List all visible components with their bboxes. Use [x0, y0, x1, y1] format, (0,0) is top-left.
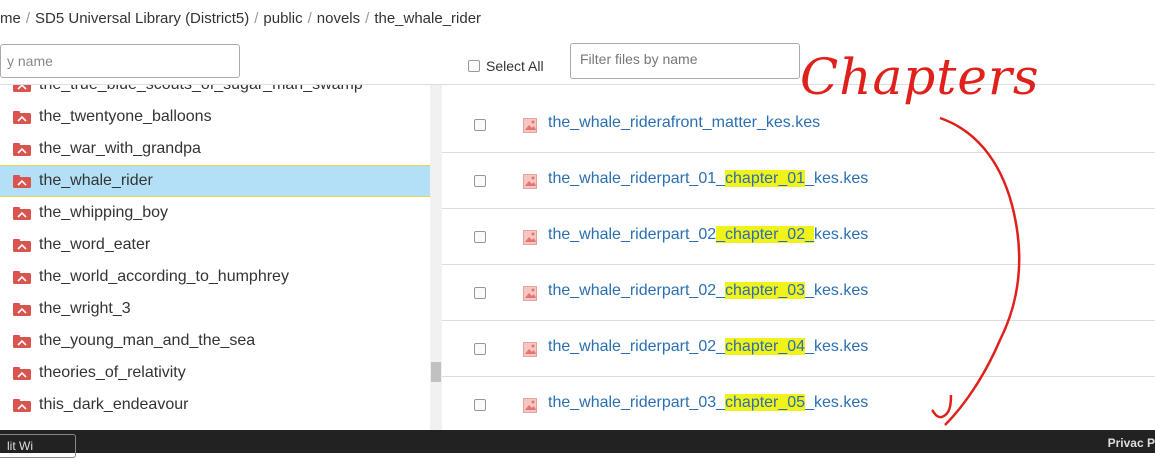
folder-icon [13, 302, 31, 316]
image-file-icon [523, 342, 537, 357]
file-row[interactable]: the_whale_riderpart_02_chapter_02_kes.ke… [442, 210, 1155, 265]
file-name-highlight: chapter_05 [725, 394, 806, 411]
folder-icon [13, 238, 31, 252]
file-checkbox[interactable] [474, 231, 486, 243]
breadcrumb-separator: / [254, 10, 259, 27]
file-name-part: _kes.kes [805, 282, 869, 299]
breadcrumb-separator: / [307, 10, 312, 27]
file-name-part: kes.kes [813, 226, 869, 243]
sidebar-item-folder[interactable]: the_whipping_boy [0, 197, 430, 229]
folder-icon [13, 398, 31, 412]
folder-icon [13, 366, 31, 380]
file-name-link[interactable]: the_whale_riderpart_02_chapter_03_kes.ke… [548, 282, 868, 300]
file-filter-input[interactable] [571, 44, 799, 78]
sidebar-item-label: the_twentyone_balloons [39, 108, 212, 125]
sidebar-scrollbar-thumb[interactable] [431, 362, 441, 382]
file-row[interactable]: the_whale_riderpart_01_chapter_01_kes.ke… [442, 154, 1155, 209]
footer-bar: lit Wi Privac P [0, 430, 1155, 458]
file-name-part: _kes.kes [805, 170, 869, 187]
sidebar-item-folder[interactable]: the_word_eater [0, 229, 430, 261]
folder-sidebar: the_true_blue_scouts_of_sugar_man_swampt… [0, 85, 430, 430]
file-name-highlight: chapter_04 [725, 338, 806, 355]
file-name-part: the_whale_riderafront_matter_kes.kes [548, 114, 821, 131]
folder-icon [13, 142, 31, 156]
sidebar-item-label: theories_of_relativity [39, 364, 186, 381]
breadcrumb-item[interactable]: the_whale_rider [374, 10, 481, 27]
breadcrumb-separator: / [25, 10, 31, 27]
sidebar-item-folder[interactable]: the_twentyone_balloons [0, 101, 430, 133]
handwritten-annotation: Chapters [800, 48, 1040, 106]
folder-icon [13, 85, 31, 92]
folder-filter-input[interactable] [1, 45, 239, 77]
image-file-icon [523, 286, 537, 301]
file-checkbox[interactable] [474, 175, 486, 187]
file-name-part: the_whale_riderpart_01_ [548, 170, 726, 187]
sidebar-item-label: the_wright_3 [39, 300, 131, 317]
folder-icon [13, 334, 31, 348]
file-checkbox[interactable] [474, 343, 486, 355]
file-name-part: the_whale_riderpart_02 [548, 226, 717, 243]
file-checkbox[interactable] [474, 287, 486, 299]
breadcrumb-item[interactable]: novels [317, 10, 360, 27]
folder-icon [13, 206, 31, 220]
select-all-control[interactable]: Select All [468, 56, 544, 76]
file-name-part: the_whale_riderpart_02_ [548, 338, 726, 355]
sidebar-item-folder[interactable]: the_whale_rider [0, 165, 430, 197]
file-row[interactable]: the_whale_riderpart_03_chapter_05_kes.ke… [442, 378, 1155, 433]
file-name-part: the_whale_riderpart_02_ [548, 282, 726, 299]
file-name-link[interactable]: the_whale_riderpart_03_chapter_05_kes.ke… [548, 394, 868, 412]
file-name-link[interactable]: the_whale_riderafront_matter_kes.kes [548, 114, 820, 132]
file-name-highlight: _chapter_02_ [716, 226, 814, 243]
sidebar-item-folder[interactable]: the_wright_3 [0, 293, 430, 325]
file-name-part: _kes.kes [805, 338, 869, 355]
sidebar-item-label: the_word_eater [39, 236, 151, 253]
image-file-icon [523, 230, 537, 245]
image-file-icon [523, 174, 537, 189]
file-name-link[interactable]: the_whale_riderpart_02_chapter_02_kes.ke… [548, 226, 868, 244]
footer-link[interactable]: Privac P [1108, 436, 1155, 450]
file-name-link[interactable]: the_whale_riderpart_02_chapter_04_kes.ke… [548, 338, 868, 356]
breadcrumb-item[interactable]: public [263, 10, 302, 27]
file-name-part: the_whale_riderpart_03_ [548, 394, 726, 411]
file-checkbox[interactable] [474, 399, 486, 411]
sidebar-item-label: the_true_blue_scouts_of_sugar_man_swamp [39, 85, 363, 94]
breadcrumb: me / SD5 Universal Library (District5) / pub… [0, 0, 1155, 38]
sidebar-item-folder[interactable]: this_dark_endeavour [0, 389, 430, 421]
select-all-checkbox[interactable] [468, 60, 480, 72]
sidebar-item-folder[interactable]: the_war_with_grandpa [0, 133, 430, 165]
breadcrumb-item[interactable]: me [0, 10, 21, 27]
sidebar-item-folder[interactable]: the_true_blue_scouts_of_sugar_man_swamp [0, 85, 430, 101]
sidebar-item-label: the_world_according_to_humphrey [39, 268, 289, 285]
sidebar-item-label: the_war_with_grandpa [39, 140, 201, 157]
breadcrumb-item[interactable]: SD5 Universal Library (District5) [35, 10, 249, 27]
sidebar-item-label: this_dark_endeavour [39, 396, 189, 413]
sidebar-item-folder[interactable]: the_world_according_to_humphrey [0, 261, 430, 293]
file-name-highlight: chapter_01 [725, 170, 806, 187]
breadcrumb-separator: / [365, 10, 370, 27]
file-name-part: _kes.kes [805, 394, 869, 411]
sidebar-item-folder[interactable]: the_young_man_and_the_sea [0, 325, 430, 357]
folder-icon [13, 270, 31, 284]
select-all-label[interactable]: Select All [486, 58, 544, 74]
file-row[interactable]: the_whale_riderpart_02_chapter_04_kes.ke… [442, 322, 1155, 377]
file-name-highlight: chapter_03 [725, 282, 806, 299]
sidebar-item-label: the_whale_rider [39, 172, 153, 189]
sidebar-item-label: the_young_man_and_the_sea [39, 332, 256, 349]
sidebar-item-label: the_whipping_boy [39, 204, 168, 221]
image-file-icon [523, 118, 537, 133]
image-file-icon [523, 398, 537, 413]
file-filter-field[interactable] [570, 43, 800, 79]
file-row[interactable]: the_whale_riderpart_02_chapter_03_kes.ke… [442, 266, 1155, 321]
file-checkbox[interactable] [474, 119, 486, 131]
folder-filter-field[interactable] [0, 44, 240, 78]
folder-icon [13, 110, 31, 124]
footer-button[interactable]: lit Wi [0, 434, 76, 458]
file-name-link[interactable]: the_whale_riderpart_01_chapter_01_kes.ke… [548, 170, 868, 188]
sidebar-item-folder[interactable]: theories_of_relativity [0, 357, 430, 389]
folder-icon [13, 174, 31, 188]
file-row[interactable]: the_whale_riderafront_matter_kes.kes [442, 98, 1155, 153]
